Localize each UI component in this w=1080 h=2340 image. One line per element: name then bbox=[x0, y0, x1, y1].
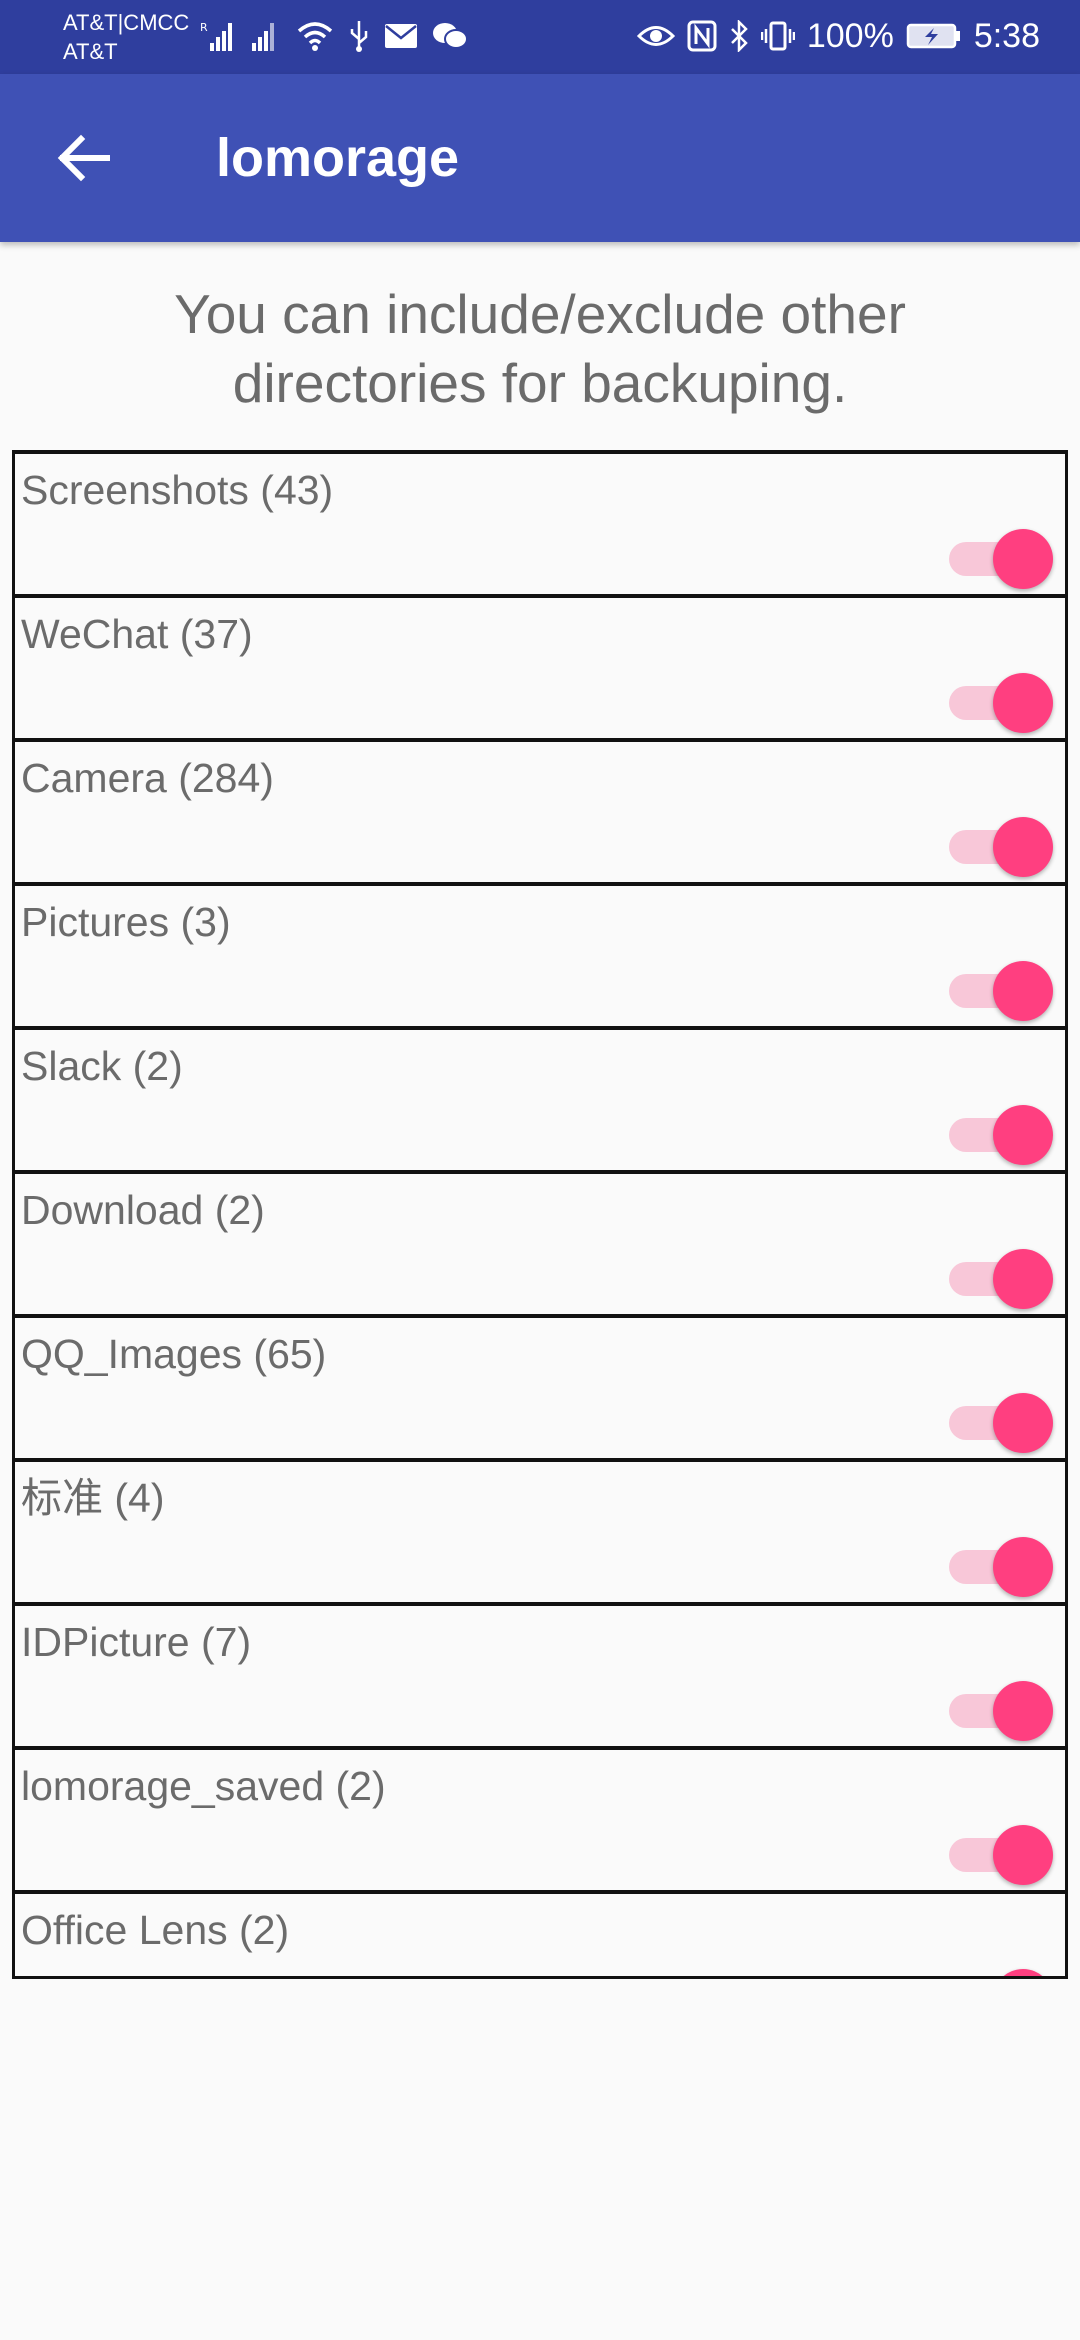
directory-row[interactable]: QQ_Images (65) bbox=[15, 1314, 1065, 1458]
toggle-thumb bbox=[993, 1105, 1053, 1165]
signal-strength-2-icon bbox=[250, 19, 282, 53]
wifi-icon bbox=[296, 20, 334, 52]
carrier-line-2: AT&T bbox=[63, 39, 118, 64]
directory-label: lomorage_saved (2) bbox=[21, 1763, 386, 1809]
directory-label: Screenshots (43) bbox=[21, 467, 334, 513]
include-directory-toggle[interactable] bbox=[949, 956, 1053, 1021]
toggle-thumb bbox=[993, 1393, 1053, 1453]
battery-charging-icon bbox=[906, 22, 962, 50]
status-icons-left: R bbox=[200, 16, 468, 56]
carrier-line-1: AT&T|CMCC bbox=[63, 10, 190, 35]
include-directory-toggle[interactable] bbox=[949, 668, 1053, 733]
include-directory-toggle[interactable] bbox=[949, 1388, 1053, 1453]
mail-icon bbox=[384, 23, 418, 49]
description-line-1: You can include/exclude other bbox=[174, 283, 906, 345]
toggle-thumb bbox=[993, 1825, 1053, 1885]
status-bar: AT&T|CMCC AT&T R 100% 5:38 bbox=[0, 0, 1080, 74]
include-directory-toggle[interactable] bbox=[949, 1244, 1053, 1309]
toggle-thumb bbox=[993, 961, 1053, 1021]
toggle-thumb bbox=[993, 529, 1053, 589]
directory-row[interactable]: WeChat (37) bbox=[15, 594, 1065, 738]
directory-row[interactable]: lomorage_saved (2) bbox=[15, 1746, 1065, 1890]
directory-row[interactable]: 标准 (4) bbox=[15, 1458, 1065, 1602]
bluetooth-icon bbox=[729, 20, 749, 52]
battery-percent: 100% bbox=[806, 16, 894, 55]
signal-strength-icon: R bbox=[200, 19, 236, 53]
directory-row[interactable]: Screenshots (43) bbox=[15, 450, 1065, 594]
toggle-thumb bbox=[993, 1969, 1053, 1976]
toggle-thumb bbox=[993, 673, 1053, 733]
directory-label: Download (2) bbox=[21, 1187, 265, 1233]
include-directory-toggle[interactable] bbox=[949, 1100, 1053, 1165]
directory-label: QQ_Images (65) bbox=[21, 1331, 327, 1377]
directory-label: 标准 (4) bbox=[21, 1475, 165, 1521]
wechat-icon bbox=[432, 21, 468, 51]
svg-text:R: R bbox=[200, 21, 208, 34]
directory-row[interactable]: Download (2) bbox=[15, 1170, 1065, 1314]
include-directory-toggle[interactable] bbox=[949, 1964, 1053, 1976]
backup-description: You can include/exclude other directorie… bbox=[60, 280, 1020, 418]
clock-time: 5:38 bbox=[973, 16, 1040, 55]
arrow-left-icon bbox=[57, 134, 110, 182]
directory-label: Office Lens (2) bbox=[21, 1907, 290, 1953]
toggle-thumb bbox=[993, 1249, 1053, 1309]
app-title: lomorage bbox=[216, 128, 460, 188]
directory-row[interactable]: IDPicture (7) bbox=[15, 1602, 1065, 1746]
carrier-info: AT&T|CMCC AT&T bbox=[63, 8, 189, 66]
directory-row[interactable]: Pictures (3) bbox=[15, 882, 1065, 1026]
description-line-2: directories for backuping. bbox=[232, 352, 848, 414]
directory-label: Camera (284) bbox=[21, 755, 274, 801]
directory-label: IDPicture (7) bbox=[21, 1619, 252, 1665]
toggle-thumb bbox=[993, 1537, 1053, 1597]
toggle-thumb bbox=[993, 1681, 1053, 1741]
status-icons-right: 100% 5:38 bbox=[636, 14, 1040, 58]
directory-row[interactable]: Camera (284) bbox=[15, 738, 1065, 882]
back-button[interactable] bbox=[36, 114, 132, 202]
eye-comfort-icon bbox=[636, 23, 675, 49]
include-directory-toggle[interactable] bbox=[949, 524, 1053, 589]
directory-label: Slack (2) bbox=[21, 1043, 183, 1089]
directory-label: WeChat (37) bbox=[21, 611, 253, 657]
include-directory-toggle[interactable] bbox=[949, 812, 1053, 877]
usb-icon bbox=[348, 19, 370, 53]
toggle-thumb bbox=[993, 817, 1053, 877]
directory-row[interactable]: Office Lens (2) bbox=[15, 1890, 1065, 1976]
directory-row[interactable]: Slack (2) bbox=[15, 1026, 1065, 1170]
directory-label: Pictures (3) bbox=[21, 899, 231, 945]
include-directory-toggle[interactable] bbox=[949, 1820, 1053, 1885]
directory-list[interactable]: Screenshots (43) WeChat (37) Camera (284) P… bbox=[12, 450, 1068, 1979]
include-directory-toggle[interactable] bbox=[949, 1676, 1053, 1741]
app-bar: lomorage bbox=[0, 74, 1080, 242]
include-directory-toggle[interactable] bbox=[949, 1532, 1053, 1597]
nfc-icon bbox=[687, 20, 717, 52]
vibrate-icon bbox=[760, 20, 795, 52]
